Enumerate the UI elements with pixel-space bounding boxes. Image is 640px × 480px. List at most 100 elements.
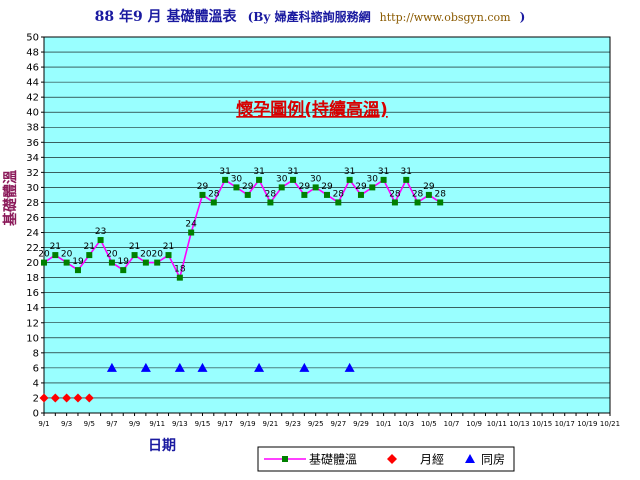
temperature-point (199, 191, 206, 198)
temperature-point (403, 176, 410, 183)
x-tick-label: 9/23 (285, 420, 301, 428)
y-tick-label: 24 (26, 228, 39, 239)
temperature-value-label: 29 (242, 182, 254, 192)
temperature-value-label: 28 (412, 189, 424, 199)
temperature-value-label: 31 (253, 167, 264, 177)
temperature-point (222, 176, 229, 183)
y-tick-label: 18 (26, 273, 39, 284)
temperature-value-label: 29 (355, 182, 367, 192)
temperature-value-label: 30 (310, 174, 322, 184)
temperature-point (256, 176, 263, 183)
temperature-value-label: 30 (276, 174, 288, 184)
temperature-value-label: 29 (321, 182, 333, 192)
y-tick-label: 36 (26, 138, 39, 149)
temperature-value-label: 30 (231, 174, 243, 184)
title-url: http://www.obsgyn.com (380, 11, 511, 24)
temperature-point (131, 252, 138, 259)
x-tick-label: 10/7 (444, 420, 460, 428)
x-tick-label: 9/3 (61, 420, 72, 428)
temperature-value-label: 28 (208, 189, 220, 199)
temperature-value-label: 29 (197, 182, 209, 192)
temperature-value-label: 20 (106, 250, 118, 260)
temperature-point (301, 191, 308, 198)
temperature-value-label: 21 (50, 242, 61, 252)
x-tick-label: 10/1 (376, 420, 392, 428)
y-tick-label: 14 (26, 303, 39, 314)
x-tick-label: 9/11 (149, 420, 165, 428)
x-tick-label: 10/3 (398, 420, 414, 428)
temperature-point (414, 199, 421, 206)
temperature-point (63, 259, 70, 266)
legend-menses-label: 月經 (420, 453, 444, 467)
y-tick-label: 30 (26, 183, 39, 194)
temperature-point (244, 191, 251, 198)
x-tick-label: 9/5 (84, 420, 95, 428)
y-tick-label: 50 (26, 33, 39, 44)
title-main: 88 年9 月 基礎體溫表 (95, 8, 238, 25)
x-tick-label: 9/17 (217, 420, 233, 428)
y-tick-label: 2 (33, 393, 39, 404)
temperature-point (324, 191, 330, 198)
temperature-point (165, 252, 172, 259)
y-tick-label: 48 (26, 48, 39, 59)
temperature-value-label: 19 (72, 257, 84, 267)
temperature-point (86, 252, 93, 259)
y-axis-label: 基礎體溫 (2, 170, 19, 226)
temperature-point (97, 237, 104, 244)
x-tick-label: 9/25 (308, 420, 324, 428)
temperature-value-label: 29 (299, 182, 311, 192)
temperature-point (74, 267, 81, 274)
y-tick-label: 40 (26, 108, 39, 119)
x-tick-label: 9/9 (129, 420, 140, 428)
y-tick-label: 6 (33, 363, 39, 374)
y-tick-label: 46 (26, 63, 39, 74)
temperature-point (437, 199, 444, 206)
temperature-value-label: 28 (434, 189, 446, 199)
y-tick-label: 4 (33, 378, 39, 389)
temperature-point (267, 199, 274, 206)
temperature-point (312, 184, 319, 191)
y-tick-label: 0 (33, 409, 39, 420)
x-tick-label: 9/29 (353, 420, 369, 428)
temperature-point (176, 274, 183, 281)
x-tick-label: 9/7 (106, 420, 117, 428)
temperature-value-label: 21 (84, 242, 95, 252)
temperature-value-label: 24 (185, 220, 197, 230)
y-tick-label: 8 (33, 348, 39, 359)
temperature-point (210, 199, 217, 206)
temperature-value-label: 30 (367, 174, 379, 184)
x-tick-label: 10/17 (555, 420, 575, 428)
temperature-point (120, 267, 127, 274)
temperature-point (154, 259, 161, 266)
y-tick-label: 10 (26, 333, 39, 344)
plot-background (43, 36, 611, 414)
x-tick-label: 9/21 (263, 420, 279, 428)
y-tick-label: 28 (26, 198, 39, 209)
x-tick-label: 9/19 (240, 420, 256, 428)
title-end: ) (520, 10, 526, 24)
pregnancy-annotation: 懷孕圖例(持續高溫) (236, 99, 388, 120)
temperature-value-label: 31 (344, 167, 355, 177)
x-tick-label: 9/27 (330, 420, 346, 428)
x-tick-label: 10/15 (532, 420, 552, 428)
y-tick-label: 34 (26, 153, 39, 164)
y-tick-label: 44 (26, 78, 39, 89)
x-tick-label: 10/9 (466, 420, 482, 428)
temperature-value-label: 31 (287, 167, 298, 177)
temperature-point (357, 191, 364, 198)
y-tick-label: 38 (26, 123, 39, 134)
temperature-value-label: 20 (140, 250, 152, 260)
x-axis-label: 日期 (148, 438, 176, 454)
temperature-point (188, 229, 195, 236)
temperature-value-label: 29 (423, 182, 435, 192)
chart-page: 88 年9 月 基礎體溫表 (By 婦產科諮詢服務網 http://www.ob… (0, 0, 640, 480)
y-tick-label: 16 (26, 288, 39, 299)
plot-area: 0246810121416182022242628303234363840424… (26, 33, 620, 429)
temperature-point (391, 199, 398, 206)
x-tick-label: 10/13 (509, 420, 529, 428)
temperature-value-label: 28 (333, 189, 345, 199)
temperature-value-label: 20 (61, 250, 73, 260)
y-tick-label: 22 (26, 243, 39, 254)
temperature-value-label: 21 (163, 242, 174, 252)
legend-temp-label: 基礎體溫 (309, 453, 357, 467)
